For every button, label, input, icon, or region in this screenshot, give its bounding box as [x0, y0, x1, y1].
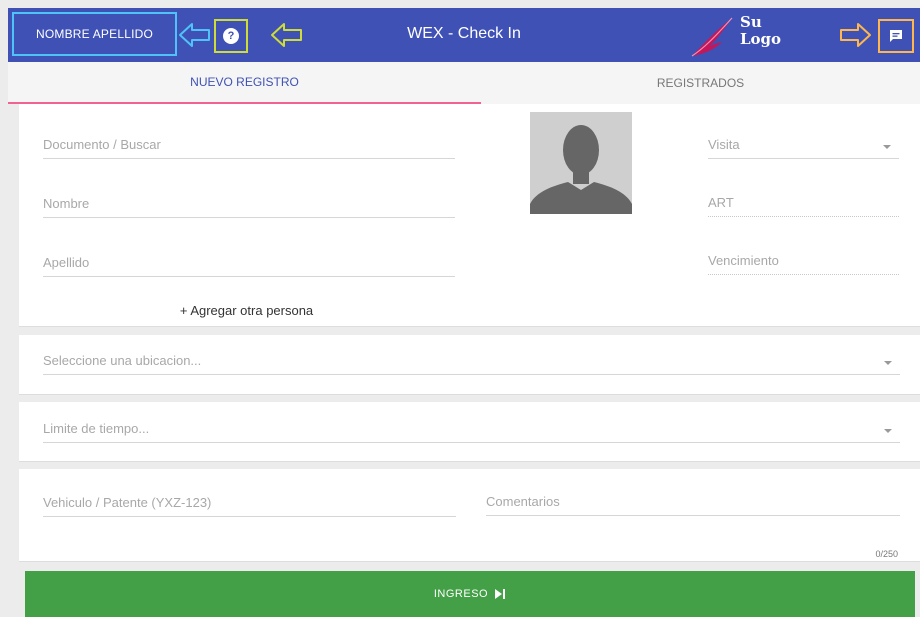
- logo-text: Su Logo: [740, 13, 782, 48]
- person-card: Documento / Buscar Nombre Apellido Visit…: [19, 104, 920, 327]
- comments-char-counter: 0/250: [875, 549, 898, 559]
- skip-next-icon: [495, 589, 506, 599]
- last-name-placeholder: Apellido: [43, 255, 90, 270]
- comments-field[interactable]: Comentarios: [486, 490, 900, 516]
- art-placeholder: ART: [708, 195, 734, 210]
- tab-registrados[interactable]: REGISTRADOS: [481, 62, 920, 104]
- chat-icon: [890, 30, 902, 42]
- location-card: Seleccione una ubicacion...: [19, 335, 920, 395]
- chat-button[interactable]: [878, 19, 914, 53]
- check-in-submit-button[interactable]: INGRESO: [25, 571, 915, 617]
- person-silhouette-icon: [530, 125, 632, 214]
- time-limit-select[interactable]: Limite de tiempo...: [43, 417, 900, 443]
- last-name-field[interactable]: Apellido: [43, 251, 455, 277]
- vehicle-plate-field[interactable]: Vehiculo / Patente (YXZ-123): [43, 491, 456, 517]
- page-title: WEX - Check In: [407, 25, 521, 42]
- dropdown-caret-icon: [884, 361, 892, 365]
- first-name-placeholder: Nombre: [43, 196, 90, 211]
- comments-placeholder: Comentarios: [486, 494, 560, 509]
- dropdown-caret-icon: [883, 145, 891, 149]
- time-limit-card: Limite de tiempo...: [19, 402, 920, 462]
- submit-label: INGRESO: [433, 588, 489, 600]
- dropdown-caret-icon: [884, 429, 892, 433]
- location-select[interactable]: Seleccione una ubicacion...: [43, 349, 900, 375]
- logo-feather-icon: [691, 17, 733, 57]
- location-placeholder: Seleccione una ubicacion...: [43, 353, 202, 368]
- vehicle-plate-placeholder: Vehiculo / Patente (YXZ-123): [43, 495, 212, 510]
- avatar: [530, 112, 632, 214]
- time-limit-placeholder: Limite de tiempo...: [43, 421, 150, 436]
- vehicle-card: Vehiculo / Patente (YXZ-123) Comentarios…: [19, 469, 920, 562]
- arrow-right-icon: [840, 23, 871, 47]
- art-field[interactable]: ART: [708, 191, 899, 217]
- app-header: NOMBRE APELLIDO ? WEX - Check In Su Logo: [8, 8, 920, 62]
- tab-nuevo-registro[interactable]: NUEVO REGISTRO: [8, 62, 481, 104]
- first-name-field[interactable]: Nombre: [43, 192, 455, 218]
- tab-bar: NUEVO REGISTRO REGISTRADOS: [8, 62, 920, 104]
- visit-select[interactable]: Visita: [708, 133, 899, 159]
- add-person-link[interactable]: + Agregar otra persona: [19, 303, 474, 318]
- expiration-placeholder: Vencimiento: [708, 253, 779, 268]
- visit-placeholder: Visita: [708, 137, 740, 152]
- document-search-placeholder: Documento / Buscar: [43, 137, 161, 152]
- expiration-field[interactable]: Vencimiento: [708, 249, 899, 275]
- document-search-field[interactable]: Documento / Buscar: [43, 133, 455, 159]
